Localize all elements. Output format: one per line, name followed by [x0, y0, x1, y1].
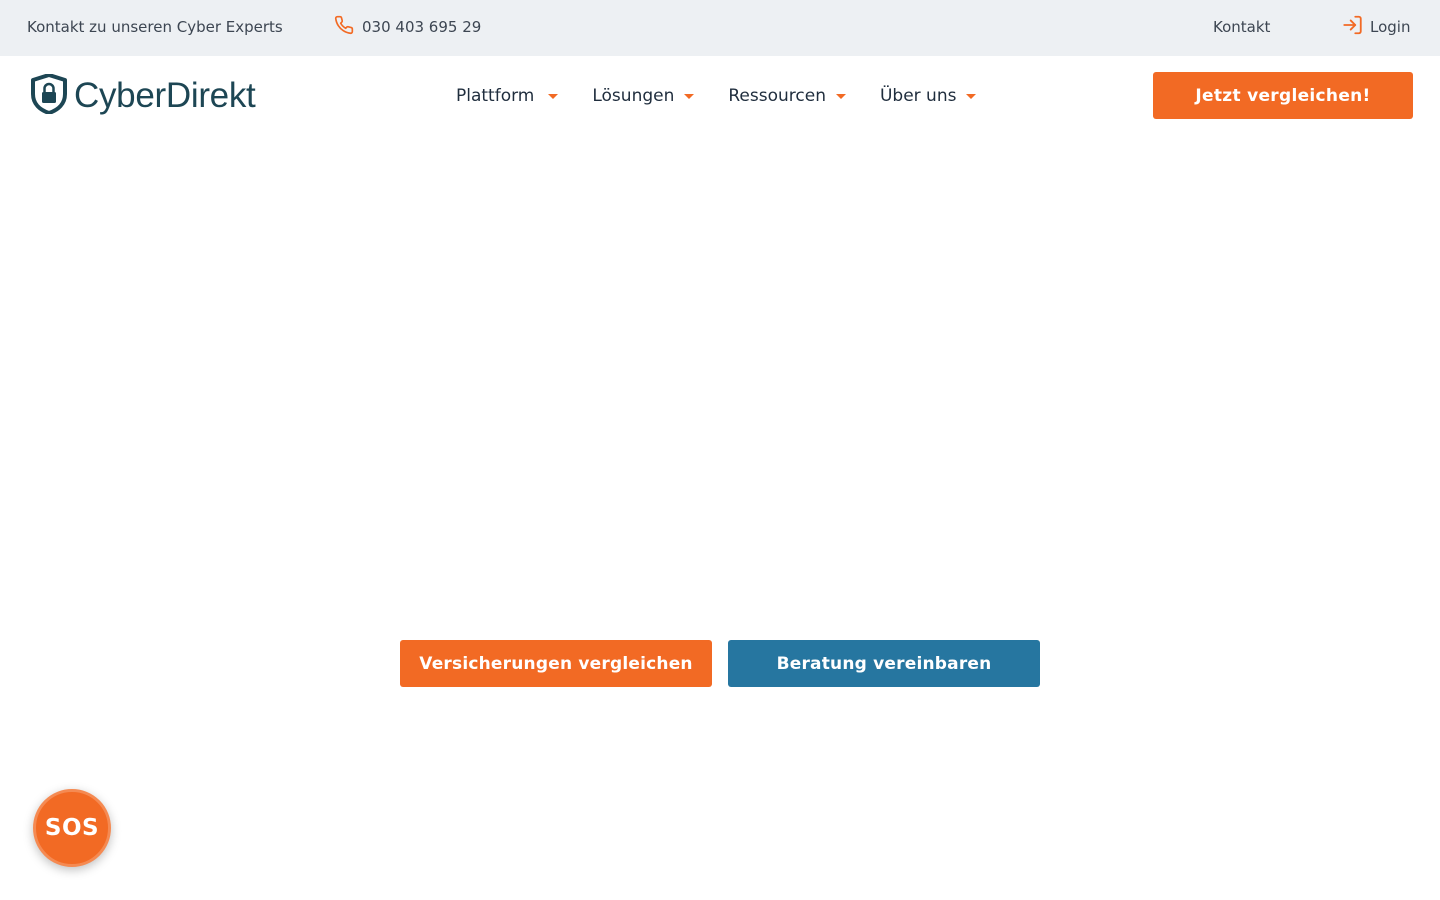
hero-actions: Versicherungen vergleichen Beratung vere… [400, 640, 1040, 687]
contact-experts-text: Kontakt zu unseren Cyber Experts [27, 18, 283, 36]
logo-text: CyberDirekt [74, 76, 256, 115]
login-icon [1341, 14, 1364, 40]
nav-label: Über uns [879, 86, 957, 106]
phone-link[interactable]: 030 403 695 29 [334, 15, 482, 39]
top-bar: Kontakt zu unseren Cyber Experts 030 403… [0, 0, 1440, 56]
caret-down-icon [835, 93, 846, 99]
main-header: CyberDirekt Plattform Lösungen Ressource… [0, 56, 1440, 136]
kontakt-link[interactable]: Kontakt [1213, 18, 1270, 36]
book-consultation-button[interactable]: Beratung vereinbaren [728, 640, 1040, 687]
nav-label: Ressourcen [728, 86, 826, 106]
compare-now-button[interactable]: Jetzt vergleichen! [1153, 72, 1413, 119]
nav-item-loesungen[interactable]: Lösungen [592, 84, 695, 108]
nav-item-plattform[interactable]: Plattform [456, 84, 559, 108]
phone-icon [334, 15, 354, 39]
main-nav: Plattform Lösungen Ressourcen Über uns [456, 84, 1010, 108]
phone-number: 030 403 695 29 [362, 18, 482, 36]
caret-down-icon [684, 93, 695, 99]
nav-label: Plattform [456, 86, 535, 106]
login-label: Login [1370, 18, 1411, 36]
nav-label: Lösungen [592, 86, 675, 106]
login-link[interactable]: Login [1341, 14, 1411, 40]
caret-down-icon [966, 93, 977, 99]
logo[interactable]: CyberDirekt [30, 73, 256, 118]
nav-item-ressourcen[interactable]: Ressourcen [728, 84, 846, 108]
sos-button[interactable]: SOS [33, 789, 111, 867]
shield-lock-icon [30, 73, 68, 118]
nav-item-ueber-uns[interactable]: Über uns [880, 84, 977, 108]
compare-insurance-button[interactable]: Versicherungen vergleichen [400, 640, 712, 687]
caret-down-icon [548, 93, 559, 99]
